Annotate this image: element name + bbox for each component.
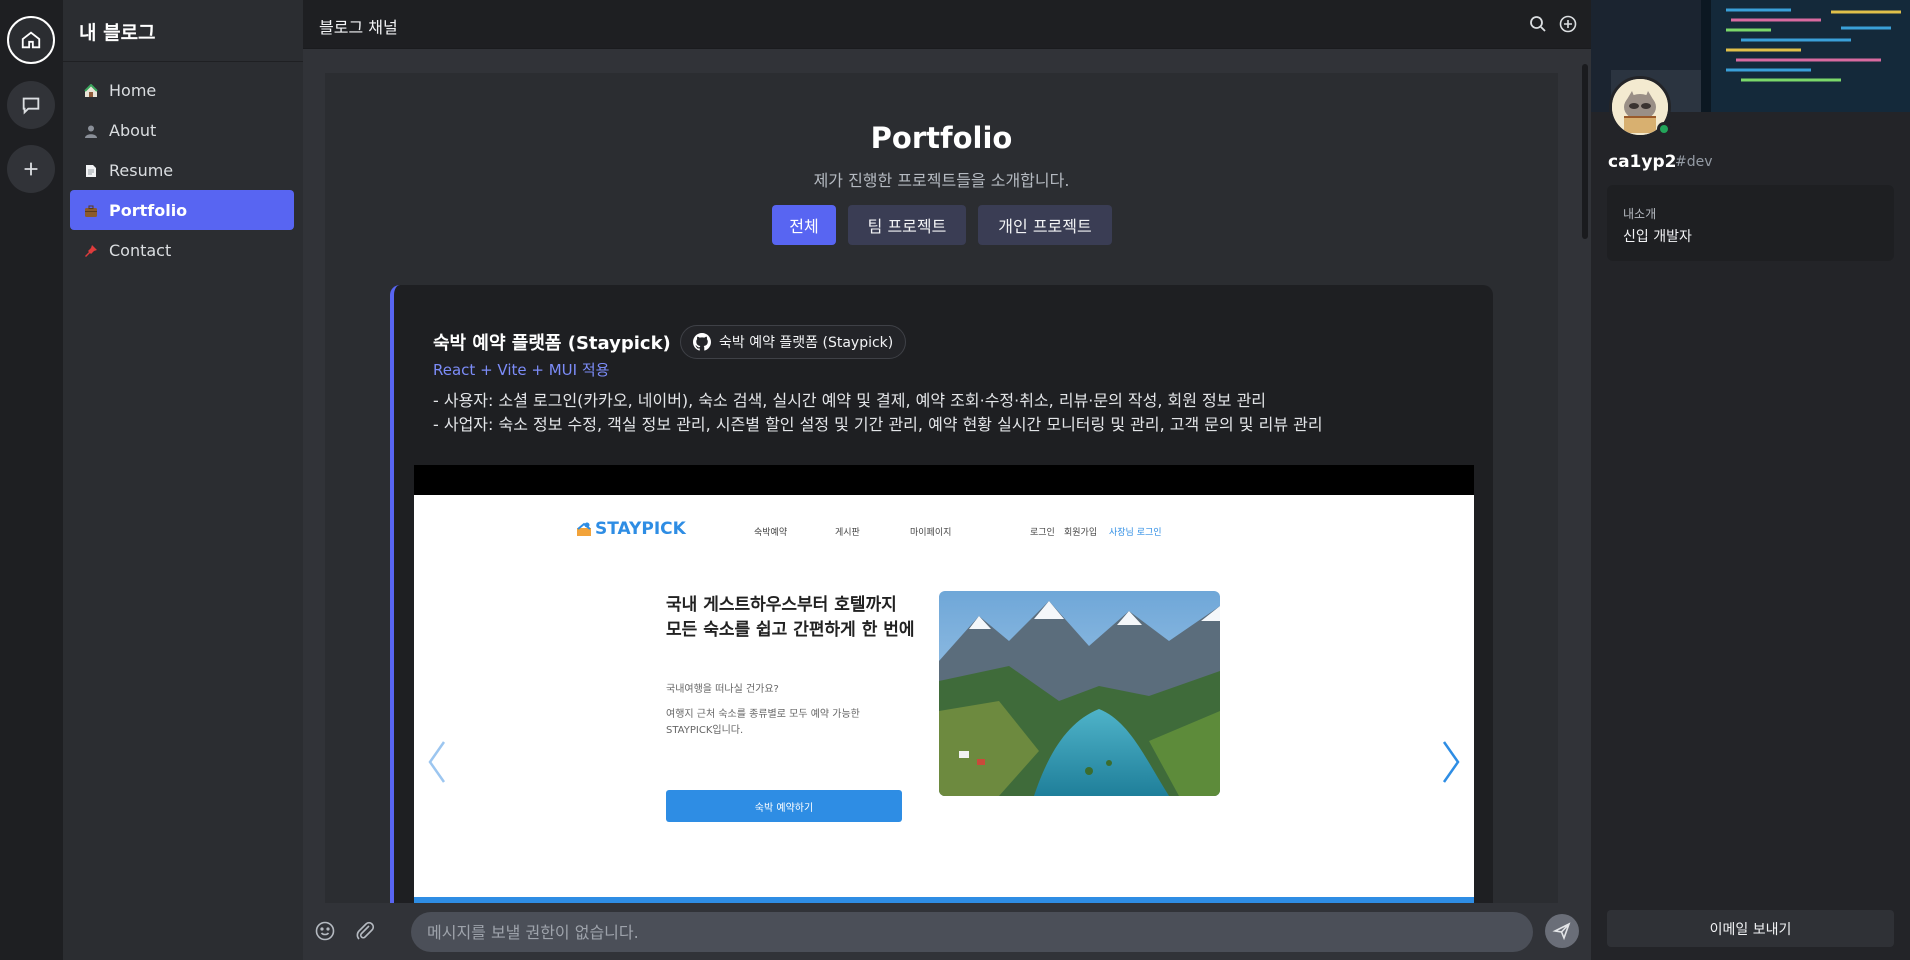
home-button[interactable] (7, 16, 55, 64)
online-status-indicator (1657, 122, 1671, 136)
chat-button[interactable] (7, 81, 55, 129)
sp-headline-line1: 국내 게스트하우스부터 호텔까지 (666, 595, 897, 615)
sidebar-item-about[interactable]: About (70, 110, 294, 150)
sp-headline-line2: 모든 숙소를 쉽고 간편하게 한 번에 (666, 620, 915, 640)
chat-icon (22, 97, 40, 115)
sidebar-item-resume[interactable]: Resume (70, 150, 294, 190)
about-card: 내소개 신입 개발자 (1607, 185, 1894, 261)
person-icon (84, 123, 98, 138)
about-heading: 내소개 (1623, 207, 1657, 221)
sp-cta-button: 숙박 예약하기 (666, 790, 902, 822)
sp-nav-board: 게시판 (835, 528, 860, 538)
profile-panel: ca1yp2 #dev 내소개 신입 개발자 이메일 보내기 (1591, 0, 1910, 960)
filter-personal-button[interactable]: 개인 프로젝트 (978, 205, 1112, 245)
briefcase-icon (84, 203, 98, 217)
document-icon (84, 163, 98, 177)
sp-nav-owner-login: 사장님 로그인 (1109, 528, 1162, 538)
search-icon[interactable] (1528, 14, 1548, 34)
sidebar-item-contact[interactable]: Contact (70, 230, 294, 270)
add-server-button[interactable] (7, 145, 55, 193)
paperclip-icon[interactable] (353, 919, 377, 943)
sidebar-item-label: Contact (109, 240, 172, 260)
project-title: 숙박 예약 플랫폼 (Staypick) (433, 333, 671, 354)
portfolio-panel: Portfolio 제가 진행한 프로젝트들을 소개합니다. 전체 팀 프로젝트… (325, 73, 1558, 903)
carousel-next-icon[interactable] (1436, 737, 1466, 787)
channel-sidebar: 내 블로그 Home About Resume Portfolio Contac… (63, 0, 303, 960)
sidebar-item-label: Home (109, 80, 157, 100)
staypick-logo-icon (577, 522, 591, 536)
message-composer (303, 903, 1591, 960)
project-desc-user: - 사용자: 소셜 로그인(카카오, 네이버), 숙소 검색, 실시간 예약 및… (433, 391, 1267, 410)
plus-icon (24, 162, 38, 176)
filter-team-button[interactable]: 팀 프로젝트 (848, 205, 966, 245)
github-icon (693, 333, 711, 351)
page-subtitle: 제가 진행한 프로젝트들을 소개합니다. (813, 171, 1070, 190)
page-title: Portfolio (870, 121, 1013, 155)
house-icon (84, 83, 98, 97)
sidebar-item-label: Portfolio (109, 200, 188, 220)
about-text: 신입 개발자 (1623, 229, 1692, 245)
emoji-icon[interactable] (313, 919, 337, 943)
home-icon (21, 31, 41, 49)
sidebar-item-home[interactable]: Home (70, 70, 294, 110)
pushpin-icon (84, 243, 98, 257)
sp-description: 여행지 근처 숙소를 종류별로 모두 예약 가능한 STAYPICK입니다. (666, 707, 876, 739)
project-stack: React + Vite + MUI 적용 (433, 361, 610, 379)
send-icon (1552, 922, 1571, 941)
send-button[interactable] (1545, 914, 1579, 948)
repo-link-label: 숙박 예약 플랫폼 (Staypick) (719, 335, 894, 351)
screenshot-topbar (414, 465, 1474, 495)
landscape-photo (939, 591, 1220, 796)
channel-name: 블로그 채널 (319, 18, 398, 37)
project-screenshot: STAYPICK 숙박예약 게시판 마이페이지 로그인 회원가입 사장님 로그인… (414, 465, 1474, 903)
sp-question: 국내여행을 떠나실 건가요? (666, 684, 779, 695)
sidebar-item-label: Resume (109, 160, 174, 180)
sidebar-item-portfolio[interactable]: Portfolio (70, 190, 294, 230)
sp-nav-booking: 숙박예약 (754, 528, 788, 538)
sidebar-item-label: About (109, 120, 157, 140)
sp-desc-line1: 여행지 근처 숙소를 종류별로 모두 예약 가능한 (666, 709, 860, 720)
profile-username: ca1yp2 (1608, 152, 1677, 172)
sp-nav-login: 로그인 (1030, 528, 1055, 538)
channel-header: 블로그 채널 (303, 0, 1591, 49)
sidebar-divider (63, 61, 303, 62)
sp-nav-signup: 회원가입 (1064, 528, 1098, 538)
filter-all-button[interactable]: 전체 (772, 205, 836, 245)
add-circle-icon[interactable] (1558, 14, 1578, 34)
send-email-button[interactable]: 이메일 보내기 (1607, 910, 1894, 947)
message-input[interactable] (411, 912, 1533, 952)
project-card: 숙박 예약 플랫폼 (Staypick) 숙박 예약 플랫폼 (Staypick… (390, 285, 1493, 903)
profile-tag: #dev (1675, 154, 1713, 170)
sp-nav-mypage: 마이페이지 (910, 528, 952, 538)
project-desc-business: - 사업자: 숙소 정보 수정, 객실 정보 관리, 시즌별 할인 설정 및 기… (433, 415, 1323, 434)
repo-link[interactable]: 숙박 예약 플랫폼 (Staypick) (680, 325, 907, 359)
carousel-prev-icon[interactable] (422, 737, 452, 787)
server-rail (0, 0, 63, 960)
staypick-logo: STAYPICK (576, 519, 686, 539)
sp-headline: 국내 게스트하우스부터 호텔까지 모든 숙소를 쉽고 간편하게 한 번에 (666, 593, 915, 643)
sp-desc-line2: STAYPICK입니다. (666, 725, 744, 736)
staypick-logo-text: STAYPICK (595, 519, 686, 539)
scrollbar-thumb[interactable] (1582, 64, 1588, 239)
sidebar-title: 내 블로그 (79, 22, 156, 44)
